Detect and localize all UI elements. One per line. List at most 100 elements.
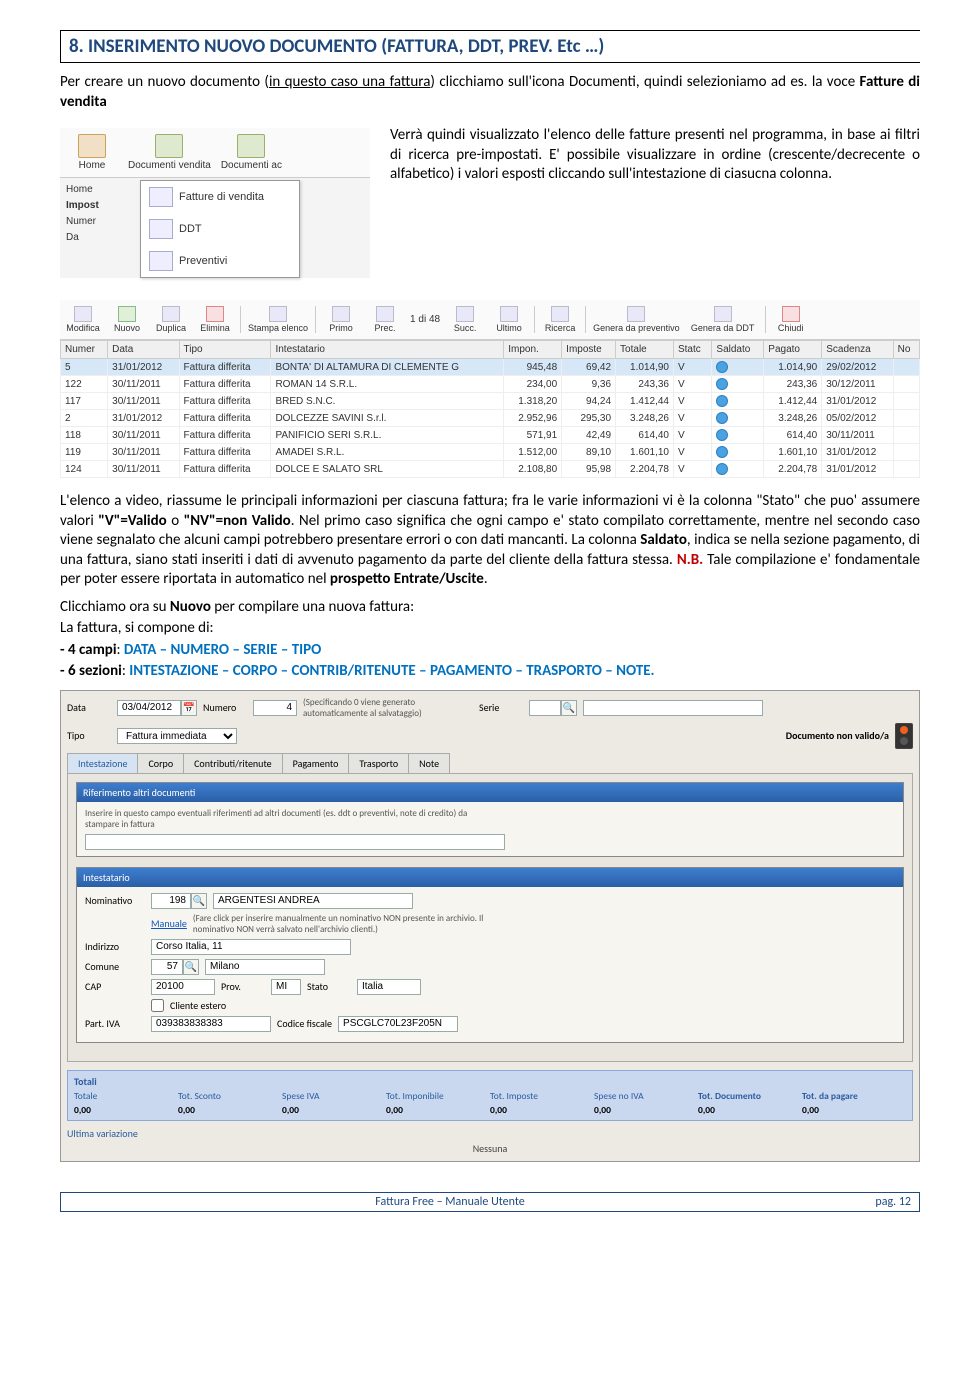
stato-field[interactable] (357, 979, 421, 995)
btn-genera-da-preventivo[interactable]: Genera da preventivo (590, 304, 683, 335)
text-bold: "V"=Valido (98, 512, 166, 530)
calendar-icon[interactable]: 📅 (181, 700, 197, 716)
saldato-dot-icon (716, 361, 728, 373)
cell: DOLCE E SALATO SRL (271, 461, 504, 478)
table-row[interactable]: 231/01/2012Fattura differitaDOLCEZZE SAV… (61, 410, 920, 427)
btn-ricerca[interactable]: Ricerca (539, 304, 581, 335)
btn-chiudi[interactable]: Chiudi (770, 304, 812, 335)
btn-stampa-elenco[interactable]: Stampa elenco (245, 304, 311, 335)
cell: ROMAN 14 S.R.L. (271, 376, 504, 393)
text-blue: DATA – NUMERO – SERIE – TIPO (124, 641, 321, 659)
comune-code[interactable] (151, 959, 183, 975)
col-header[interactable]: Intestatario (271, 341, 504, 359)
numero-label: Numero (203, 701, 247, 714)
col-header[interactable]: Impon. (504, 341, 562, 359)
btn-succ[interactable]: Succ. (444, 304, 486, 335)
nominativo-code[interactable] (151, 893, 191, 909)
btn-genera-da-ddt[interactable]: Genera da DDT (685, 304, 761, 335)
dropdown-item-preventivi[interactable]: Preventivi (141, 245, 299, 277)
col-header[interactable]: Data (108, 341, 179, 359)
partiva-field[interactable] (151, 1016, 271, 1032)
toolbar-documenti-vendita[interactable]: Documenti vendita (124, 132, 215, 173)
col-header[interactable]: Imposte (562, 341, 616, 359)
app-screenshot-toolbar-dropdown: Home Documenti vendita Documenti ac Home… (60, 128, 370, 278)
tab-contributi[interactable]: Contributi/ritenute (183, 753, 283, 773)
cell: 42,49 (562, 427, 616, 444)
search-icon[interactable]: 🔍 (561, 700, 577, 716)
table-row[interactable]: 12430/11/2011Fattura differitaDOLCE E SA… (61, 461, 920, 478)
comune-field[interactable] (205, 959, 325, 975)
col-header[interactable]: Saldato (712, 341, 764, 359)
section-heading: 8. INSERIMENTO NUOVO DOCUMENTO (FATTURA,… (60, 30, 920, 63)
tab-corpo[interactable]: Corpo (137, 753, 184, 773)
col-header[interactable]: Scadenza (822, 341, 893, 359)
table-row[interactable]: 11830/11/2011Fattura differitaPANIFICIO … (61, 427, 920, 444)
cell (893, 461, 919, 478)
col-header[interactable]: No (893, 341, 919, 359)
toolbar-documenti-acquisto[interactable]: Documenti ac (217, 132, 286, 173)
btn-modifica[interactable]: Modifica (62, 304, 104, 335)
toolbar-label: Documenti vendita (128, 160, 211, 171)
cell: V (673, 393, 711, 410)
prov-field[interactable] (271, 979, 301, 995)
cell: Fattura differita (179, 427, 271, 444)
cell: 1.014,90 (764, 359, 822, 376)
table-row[interactable]: 531/01/2012Fattura differitaBONTA' DI AL… (61, 359, 920, 376)
total-value: 0,00 (698, 1104, 715, 1116)
cell: 30/11/2011 (822, 427, 893, 444)
saldato-dot-icon (716, 395, 728, 407)
nominativo-field[interactable] (213, 893, 413, 909)
cf-field[interactable] (338, 1016, 458, 1032)
search-icon[interactable]: 🔍 (183, 959, 199, 975)
total-label: Totale (74, 1090, 97, 1102)
total-value-cell: 0,00 (594, 1104, 698, 1116)
cell: 571,91 (504, 427, 562, 444)
serie-label: Serie (479, 701, 523, 714)
btn-duplica[interactable]: Duplica (150, 304, 192, 335)
saldato-dot-icon (716, 412, 728, 424)
toolbar-home[interactable]: Home (62, 132, 122, 173)
manuale-link[interactable]: Manuale (151, 917, 187, 930)
totals-bar: Totali TotaleTot. ScontoSpese IVATot. Im… (67, 1070, 913, 1121)
col-header[interactable]: Numer (61, 341, 108, 359)
cap-field[interactable] (151, 979, 215, 995)
tab-note[interactable]: Note (408, 753, 450, 773)
btn-elimina[interactable]: Elimina (194, 304, 236, 335)
btn-prec[interactable]: Prec. (364, 304, 406, 335)
table-row[interactable]: 12230/11/2011Fattura differitaROMAN 14 S… (61, 376, 920, 393)
table-row[interactable]: 11930/11/2011Fattura differitaAMADEI S.R… (61, 444, 920, 461)
cell: 1.014,90 (616, 359, 674, 376)
tipo-select[interactable]: Fattura immediata (117, 728, 237, 744)
serie-field[interactable] (529, 700, 561, 716)
numero-field[interactable] (253, 700, 297, 716)
btn-label: Succ. (454, 323, 477, 333)
total-value: 0,00 (490, 1104, 507, 1116)
col-header[interactable]: Pagato (764, 341, 822, 359)
col-header[interactable]: Totale (616, 341, 674, 359)
serie-desc-field[interactable] (583, 700, 763, 716)
col-header[interactable]: Tipo (179, 341, 271, 359)
cliente-estero-checkbox[interactable] (151, 999, 164, 1012)
riferimenti-field[interactable] (85, 834, 505, 850)
table-row[interactable]: 11730/11/2011Fattura differitaBRED S.N.C… (61, 393, 920, 410)
indirizzo-field[interactable] (151, 939, 351, 955)
btn-primo[interactable]: Primo (320, 304, 362, 335)
dropdown-item-fatture[interactable]: Fatture di vendita (141, 181, 299, 213)
cell (712, 359, 764, 376)
col-header[interactable]: Statc (673, 341, 711, 359)
cell (893, 444, 919, 461)
btn-ultimo[interactable]: Ultimo (488, 304, 530, 335)
dropdown-item-ddt[interactable]: DDT (141, 213, 299, 245)
tab-intestazione[interactable]: Intestazione (67, 753, 138, 773)
first-icon (332, 306, 350, 322)
btn-label: Ultimo (496, 323, 522, 333)
cell (893, 410, 919, 427)
cell: V (673, 461, 711, 478)
page-num: 1 (410, 314, 416, 325)
tab-pagamento[interactable]: Pagamento (282, 753, 350, 773)
search-icon[interactable]: 🔍 (191, 893, 207, 909)
btn-nuovo[interactable]: Nuovo (106, 304, 148, 335)
data-field[interactable] (117, 700, 181, 716)
tab-trasporto[interactable]: Trasporto (348, 753, 409, 773)
group-header: Intestatario (77, 868, 903, 887)
